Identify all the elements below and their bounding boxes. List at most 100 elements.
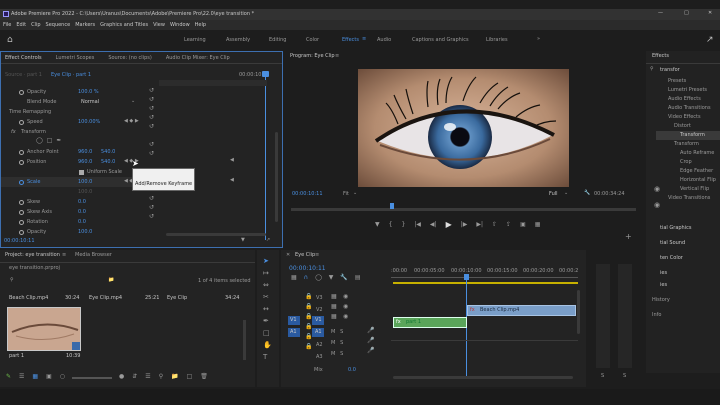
playhead-head[interactable] — [262, 71, 269, 77]
reset-icon[interactable]: ↺ — [149, 196, 154, 202]
timeline-v-scroll[interactable] — [577, 290, 580, 334]
workspace-learning[interactable]: Learning — [184, 38, 206, 43]
menu-clip[interactable]: Clip — [31, 22, 40, 28]
pencil-icon[interactable]: ✎ — [6, 374, 11, 380]
lock-icon[interactable]: 🔒 — [305, 334, 312, 340]
tree-item-auto-reframe[interactable]: Auto Reframe — [680, 151, 714, 156]
stopwatch-icon[interactable] — [19, 120, 24, 125]
add-button-icon[interactable]: + — [625, 233, 632, 241]
anchor-y-value[interactable]: 540.0 — [101, 150, 115, 155]
find-icon[interactable]: ⚲ — [159, 374, 163, 380]
comparison-view-icon[interactable]: ▦ — [535, 222, 541, 228]
stopwatch-icon[interactable] — [19, 200, 24, 205]
eye-visibility-icon[interactable]: ◉ — [343, 304, 348, 310]
reset-icon[interactable]: ↺ — [149, 106, 154, 112]
lock-icon[interactable]: 🔒 — [305, 304, 312, 310]
snap-icon[interactable]: ∩ — [304, 275, 308, 281]
quality-select[interactable]: Full — [549, 192, 558, 197]
clip-part-1[interactable]: fx part 1 — [393, 317, 467, 328]
reset-icon[interactable]: ↺ — [149, 97, 154, 103]
tree-item-transform-effect[interactable]: Transform — [680, 133, 705, 138]
project-scrollbar[interactable] — [243, 320, 246, 360]
mic-icon[interactable]: 🎤 — [367, 338, 374, 344]
tree-item-transform-folder[interactable]: Transform — [674, 142, 699, 147]
program-title[interactable]: Program: Eye Clip — [290, 54, 335, 59]
fit-arrow-icon[interactable]: ⌄ — [353, 191, 357, 196]
tree-item-lumetri-presets[interactable]: Lumetri Presets — [668, 88, 707, 93]
anchor-x-value[interactable]: 960.0 — [78, 150, 92, 155]
pen-mask-icon[interactable]: ✒ — [56, 138, 61, 144]
side-item-libraries[interactable]: ies — [660, 271, 667, 276]
reset-icon[interactable]: ↺ — [149, 88, 154, 94]
timeline-close-icon[interactable]: ✕ — [286, 253, 290, 258]
slip-tool-icon[interactable]: ↔ — [263, 306, 272, 313]
settings-wrench-icon[interactable]: 🔧 — [584, 191, 590, 196]
fit-select[interactable]: Fit — [343, 192, 349, 197]
go-to-in-icon[interactable]: |◀ — [414, 222, 421, 228]
reset-icon[interactable]: ↺ — [149, 205, 154, 211]
tab-media-browser[interactable]: Media Browser — [75, 253, 112, 258]
stopwatch-icon[interactable] — [19, 230, 24, 235]
filter-icon[interactable]: ▼ — [241, 238, 245, 243]
zoom-in-icon[interactable]: ● — [119, 374, 124, 380]
keyframe-diamond-icon[interactable]: ◀ — [230, 178, 234, 183]
lock-icon[interactable]: 🔒 — [305, 324, 312, 330]
menu-markers[interactable]: Markers — [75, 22, 95, 28]
bin-item-name[interactable]: Eye Clip — [167, 296, 187, 301]
workspace-effects[interactable]: Effects — [342, 38, 359, 43]
ellipse-mask-icon[interactable]: ◯ — [36, 138, 43, 144]
stopwatch-icon[interactable] — [19, 210, 24, 215]
scale-value[interactable]: 100.0 — [78, 180, 92, 185]
workspace-editing[interactable]: Editing — [269, 38, 286, 43]
reset-icon[interactable]: ↺ — [149, 151, 154, 157]
freeform-view-icon[interactable]: ▣ — [46, 374, 52, 380]
workspace-effects-menu-icon[interactable]: ≡ — [362, 37, 366, 42]
effects-search-input[interactable]: transfor — [660, 68, 680, 73]
add-marker-icon[interactable]: ▼ — [329, 275, 334, 281]
sync-lock-icon[interactable]: ▦ — [331, 304, 337, 310]
delete-icon[interactable]: 🗑 — [200, 374, 208, 380]
tab-source[interactable]: Source: (no clips) — [108, 55, 151, 61]
type-tool-icon[interactable]: T — [263, 354, 272, 361]
tree-item-distort[interactable]: Distort — [674, 124, 691, 129]
zoom-out-icon[interactable]: ○ — [60, 374, 65, 380]
work-area-bar[interactable] — [393, 282, 578, 284]
project-thumbnail[interactable] — [7, 307, 81, 351]
workspace-color[interactable]: Color — [306, 38, 319, 43]
stopwatch-icon[interactable] — [19, 180, 24, 185]
sort-icon[interactable]: ⇵ — [132, 374, 137, 380]
speed-value[interactable]: 100.00% — [78, 120, 100, 125]
menu-file[interactable]: File — [3, 22, 11, 28]
workspace-libraries[interactable]: Libraries — [486, 38, 508, 43]
program-timebar[interactable] — [291, 208, 636, 211]
step-forward-icon[interactable]: |▶ — [461, 222, 468, 228]
list-view-icon[interactable]: ☰ — [19, 374, 24, 380]
restore-button[interactable]: □ — [684, 11, 689, 16]
mix-value[interactable]: 0.0 — [348, 368, 356, 373]
step-back-icon[interactable]: ◀| — [430, 222, 437, 228]
tree-item-horizontal-flip[interactable]: Horizontal Flip — [680, 178, 716, 183]
tab-effect-controls[interactable]: Effect Controls — [5, 55, 42, 61]
lift-icon[interactable]: ⇧ — [492, 222, 497, 228]
tree-item-audio-transitions[interactable]: Audio Transitions — [668, 106, 711, 111]
export-icon[interactable]: ↗ — [266, 238, 270, 243]
workspace-captions[interactable]: Captions and Graphics — [412, 38, 469, 43]
sync-lock-icon[interactable]: ▦ — [331, 294, 337, 300]
mute-button[interactable]: M S — [331, 341, 343, 346]
new-bin-bottom-icon[interactable]: 📁 — [171, 374, 178, 380]
minimize-button[interactable]: — — [658, 11, 663, 16]
share-icon[interactable]: ↗ — [706, 35, 714, 45]
ripple-edit-tool-icon[interactable]: ⇔ — [263, 282, 272, 289]
stopwatch-icon[interactable] — [19, 90, 24, 95]
rotation-value[interactable]: 0.0 — [78, 220, 86, 225]
tree-item-video-effects[interactable]: Video Effects — [668, 115, 701, 120]
bin-item-name[interactable]: Eye Clip.mp4 — [89, 296, 122, 301]
menu-window[interactable]: Window — [170, 22, 190, 28]
thumbnail-size-slider[interactable] — [72, 377, 112, 379]
new-bin-icon[interactable]: 📁 — [108, 278, 114, 283]
project-menu-icon[interactable]: ≡ — [62, 253, 66, 258]
icon-view-icon[interactable]: ▦ — [32, 374, 38, 380]
zoom-scrollbar[interactable] — [166, 233, 266, 236]
side-item-lumetri-color[interactable]: ten Color — [660, 256, 683, 261]
transform-opacity-value[interactable]: 100.0 — [78, 230, 92, 235]
